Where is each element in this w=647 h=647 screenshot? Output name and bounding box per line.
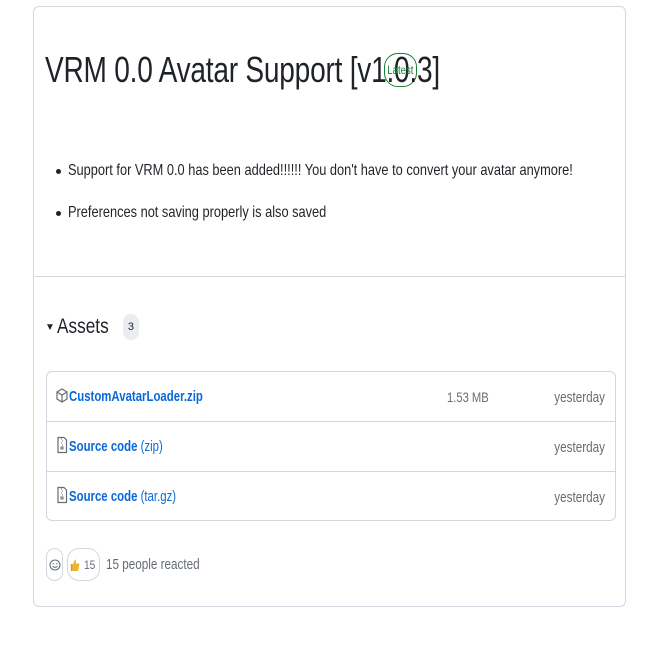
- thumbs-up-icon: [71, 559, 80, 571]
- release-header: VRM 0.0 Avatar Support [v1.0.3] Latest: [45, 49, 440, 91]
- release-card: VRM 0.0 Avatar Support [v1.0.3] Latest S…: [33, 6, 626, 607]
- asset-size: 1.53 MB: [447, 389, 489, 405]
- asset-row: CustomAvatarLoader.zip 1.53 MB yesterday: [47, 372, 615, 422]
- package-icon: [56, 388, 68, 403]
- assets-list: CustomAvatarLoader.zip 1.53 MB yesterday…: [46, 371, 616, 521]
- release-note-item: Support for VRM 0.0 has been added!!!!!!…: [54, 159, 647, 201]
- asset-date: yesterday: [554, 389, 605, 406]
- file-zip-icon: [57, 486, 68, 504]
- release-note-item: Preferences not saving properly is also …: [54, 201, 647, 243]
- asset-date: yesterday: [554, 439, 605, 456]
- triangle-down-icon: ▼: [45, 321, 55, 333]
- add-reaction-button[interactable]: [46, 548, 63, 581]
- assets-toggle[interactable]: ▼ Assets 3: [45, 314, 139, 340]
- asset-link[interactable]: CustomAvatarLoader.zip: [69, 388, 203, 405]
- section-divider: [34, 276, 625, 277]
- asset-date: yesterday: [554, 489, 605, 506]
- reactions-bar: 15 15 people reacted: [46, 548, 226, 581]
- assets-title: Assets: [56, 315, 109, 338]
- reaction-count: 15: [84, 557, 96, 572]
- asset-link[interactable]: Source code (tar.gz): [69, 488, 176, 505]
- thumbs-up-reaction-button[interactable]: 15: [67, 548, 100, 581]
- file-zip-icon: [57, 436, 68, 454]
- assets-count-badge: 3: [122, 314, 139, 340]
- asset-row: Source code (tar.gz) yesterday: [47, 472, 615, 522]
- asset-link[interactable]: Source code (zip): [69, 438, 163, 455]
- release-notes: Support for VRM 0.0 has been added!!!!!!…: [54, 159, 647, 243]
- asset-row: Source code (zip) yesterday: [47, 422, 615, 472]
- reactions-summary: 15 people reacted: [106, 556, 200, 573]
- release-title[interactable]: VRM 0.0 Avatar Support [v1.0.3]: [45, 49, 440, 91]
- smiley-icon: [48, 558, 61, 571]
